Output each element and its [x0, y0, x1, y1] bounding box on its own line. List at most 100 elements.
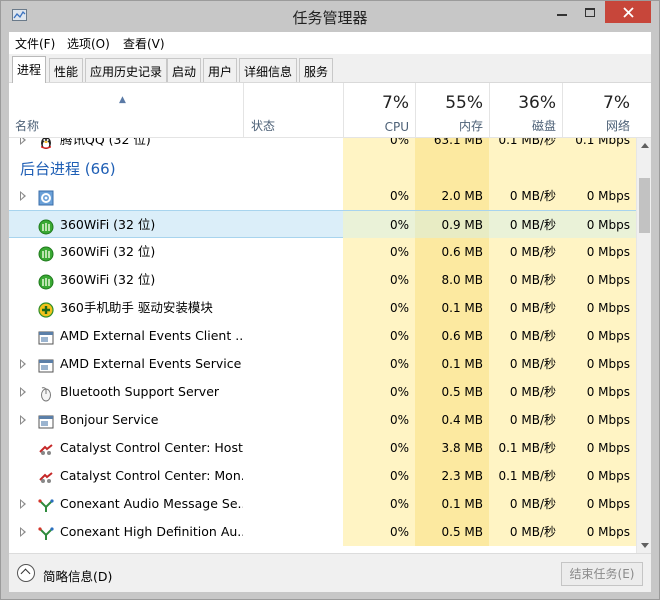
- end-task-button[interactable]: 结束任务(E): [561, 562, 643, 586]
- expand-arrow-icon[interactable]: [20, 191, 26, 201]
- expand-arrow-icon[interactable]: [20, 138, 26, 145]
- process-name: Catalyst Control Center: Host...: [60, 440, 243, 455]
- network-cell: 0 Mbps: [562, 211, 636, 239]
- process-row[interactable]: 腾讯QQ (32 位) 0% 63.1 MB 0.1 MB/秒 0.1 Mbps: [9, 138, 636, 154]
- footer-bar: 简略信息(D) 结束任务(E): [9, 553, 651, 592]
- disk-cell: 0 MB/秒: [489, 182, 562, 210]
- column-name-label: 名称: [15, 119, 40, 133]
- process-row[interactable]: 0% 2.0 MB 0 MB/秒 0 Mbps: [9, 182, 636, 210]
- process-row[interactable]: Catalyst Control Center: Host... 0% 3.8 MB…: [9, 434, 636, 462]
- gear-icon: [38, 188, 54, 206]
- tab-details[interactable]: 详细信息: [239, 58, 298, 82]
- process-row[interactable]: Conexant Audio Message Se... 0% 0.1 MB 0 MB…: [9, 490, 636, 518]
- process-row[interactable]: Bluetooth Support Server 0% 0.5 MB 0 MB/秒 0 …: [9, 378, 636, 406]
- process-row[interactable]: 360WiFi (32 位) 0% 0.6 MB 0 MB/秒 0 Mbps: [9, 238, 636, 266]
- expand-arrow-icon[interactable]: [20, 359, 26, 369]
- disk-cell: 0.1 MB/秒: [489, 138, 562, 154]
- process-row[interactable]: Catalyst Control Center: Mon... 0% 2.3 MB 0…: [9, 462, 636, 490]
- process-row[interactable]: AMD External Events Service ... 0% 0.1 MB 0…: [9, 350, 636, 378]
- memory-cell: 0.5 MB: [415, 378, 489, 406]
- sort-up-icon: ▲: [119, 95, 126, 105]
- close-button[interactable]: [605, 1, 651, 23]
- network-cell: [562, 154, 636, 182]
- scrollbar-thumb[interactable]: [639, 178, 650, 233]
- cpu-cell: 0%: [343, 518, 415, 546]
- wifi360-icon: [38, 272, 54, 290]
- network-cell: 0 Mbps: [562, 322, 636, 350]
- menu-view[interactable]: 查看(V): [123, 35, 165, 52]
- collapse-up-icon[interactable]: [17, 564, 35, 582]
- process-row[interactable]: AMD External Events Client ... 0% 0.6 MB 0 …: [9, 322, 636, 350]
- disk-cell: 0.1 MB/秒: [489, 434, 562, 462]
- tab-performance[interactable]: 性能: [49, 58, 84, 82]
- memory-total-percent: 55%: [445, 93, 483, 113]
- memory-cell: 0.5 MB: [415, 518, 489, 546]
- client-area: 文件(F) 选项(O) 查看(V) 进程 性能 应用历史记录 启动 用户 详细信…: [9, 32, 651, 592]
- cpu-cell: 0%: [343, 294, 415, 322]
- scroll-down-icon[interactable]: [637, 538, 652, 553]
- process-row[interactable]: 360手机助手 驱动安装模块 0% 0.1 MB 0 MB/秒 0 Mbps: [9, 294, 636, 322]
- cpu-cell: 0%: [343, 182, 415, 210]
- process-name-cell: Bluetooth Support Server: [9, 378, 243, 406]
- column-status[interactable]: 状态: [243, 83, 343, 138]
- process-name: 360WiFi (32 位): [60, 272, 156, 287]
- process-status-cell: [243, 238, 343, 266]
- phone-assistant-icon: [38, 300, 54, 318]
- network-cell: 0 Mbps: [562, 378, 636, 406]
- process-row[interactable]: 360WiFi (32 位) 0% 0.9 MB 0 MB/秒 0 Mbps: [9, 210, 636, 239]
- process-name-cell: Catalyst Control Center: Mon...: [9, 462, 243, 490]
- title-bar[interactable]: 任务管理器: [1, 1, 659, 32]
- tab-startup[interactable]: 启动: [167, 58, 202, 82]
- tab-app-history[interactable]: 应用历史记录: [85, 58, 168, 82]
- network-cell: 0 Mbps: [562, 266, 636, 294]
- column-network-label: 网络: [605, 119, 630, 133]
- cpu-cell: 0%: [343, 434, 415, 462]
- process-list[interactable]: 腾讯QQ (32 位) 0% 63.1 MB 0.1 MB/秒 0.1 Mbps 后台进程…: [9, 138, 636, 553]
- process-status-cell: [243, 266, 343, 294]
- cpu-cell: 0%: [343, 238, 415, 266]
- expand-arrow-icon[interactable]: [20, 499, 26, 509]
- process-name-cell: AMD External Events Client ...: [9, 322, 243, 350]
- expand-arrow-icon[interactable]: [20, 527, 26, 537]
- maximize-button[interactable]: [576, 1, 604, 23]
- disk-cell: 0 MB/秒: [489, 322, 562, 350]
- process-name-cell: AMD External Events Service ...: [9, 350, 243, 378]
- disk-cell: 0 MB/秒: [489, 211, 562, 239]
- network-cell: 0 Mbps: [562, 182, 636, 210]
- service-window-icon: [38, 328, 54, 345]
- scroll-up-icon[interactable]: [637, 138, 652, 153]
- expand-arrow-icon[interactable]: [20, 415, 26, 425]
- section-header-background[interactable]: 后台进程 (66): [9, 154, 636, 182]
- tab-processes[interactable]: 进程: [12, 56, 47, 83]
- service-window-icon: [38, 412, 54, 429]
- process-row[interactable]: Conexant High Definition Au... 0% 0.5 MB 0 …: [9, 518, 636, 546]
- menu-file[interactable]: 文件(F): [15, 35, 55, 52]
- process-row[interactable]: Bonjour Service 0% 0.4 MB 0 MB/秒 0 Mbps: [9, 406, 636, 434]
- menu-options[interactable]: 选项(O): [67, 35, 110, 52]
- column-network[interactable]: 7% 网络: [562, 83, 636, 138]
- column-status-label: 状态: [251, 119, 276, 133]
- column-cpu[interactable]: 7% CPU: [343, 83, 415, 138]
- process-status-cell: [243, 406, 343, 434]
- column-memory[interactable]: 55% 内存: [415, 83, 489, 138]
- column-name[interactable]: ▲ 名称: [9, 83, 243, 138]
- memory-cell: 0.1 MB: [415, 490, 489, 518]
- wifi360-icon: [38, 244, 54, 262]
- tab-users[interactable]: 用户: [203, 58, 238, 82]
- minimize-button[interactable]: [548, 1, 576, 23]
- memory-cell: 8.0 MB: [415, 266, 489, 294]
- vertical-scrollbar[interactable]: [636, 138, 651, 553]
- column-disk[interactable]: 36% 磁盘: [489, 83, 562, 138]
- process-status-cell: [243, 518, 343, 546]
- process-name-cell: 360WiFi (32 位): [9, 238, 243, 266]
- fewer-details-link[interactable]: 简略信息(D): [43, 566, 112, 585]
- conexant-icon: [38, 496, 54, 512]
- process-status-cell: [243, 182, 343, 210]
- catalyst-icon: [38, 440, 54, 456]
- tab-services[interactable]: 服务: [299, 58, 334, 82]
- process-row[interactable]: 360WiFi (32 位) 0% 8.0 MB 0 MB/秒 0 Mbps: [9, 266, 636, 294]
- expand-arrow-icon[interactable]: [20, 387, 26, 397]
- catalyst-icon: [38, 468, 54, 484]
- process-name: Bluetooth Support Server: [60, 384, 220, 399]
- process-name-cell: 360WiFi (32 位): [9, 211, 243, 239]
